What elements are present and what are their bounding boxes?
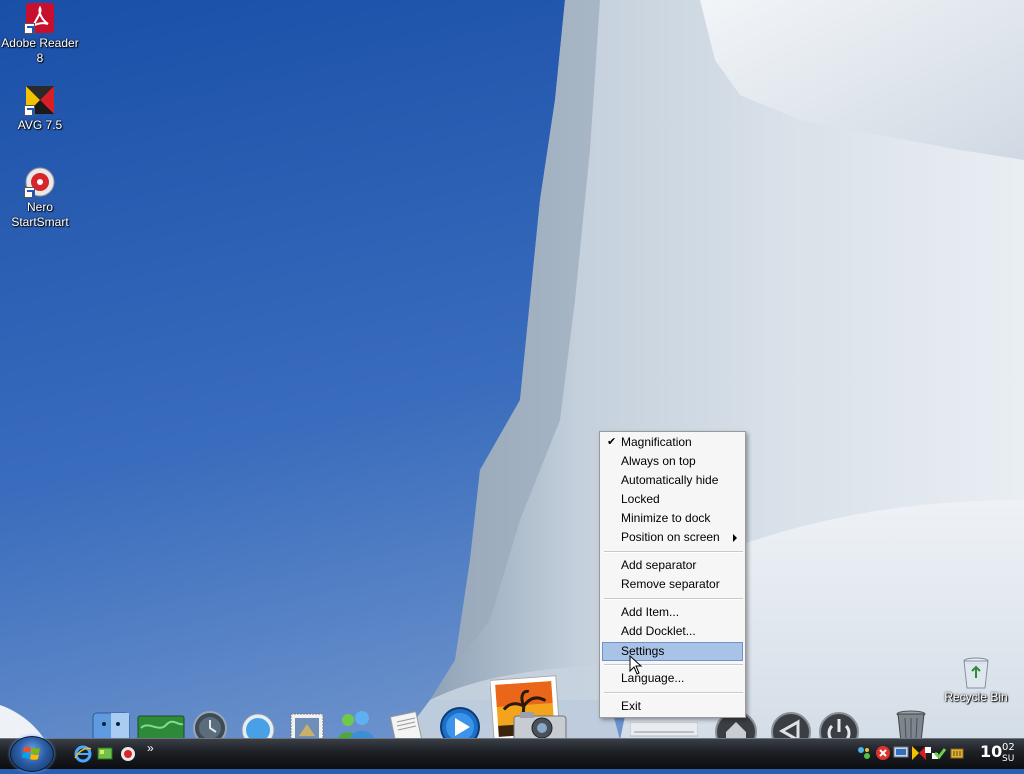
menu-item-language[interactable]: Language... — [602, 669, 743, 688]
nero-quicklaunch-icon[interactable] — [119, 745, 137, 763]
menu-item-label: Minimize to dock — [621, 511, 711, 525]
mail-stamp-icon — [290, 713, 324, 745]
desktop-icon-label: StartSmart — [11, 215, 69, 229]
show-desktop-icon[interactable] — [96, 745, 114, 763]
desktop-icon-label: Adobe Reader — [1, 36, 79, 50]
menu-separator — [604, 598, 743, 600]
menu-item-label: Exit — [621, 699, 642, 713]
menu-item-exit[interactable]: Exit — [602, 697, 743, 716]
finder-icon — [92, 712, 130, 744]
dashboard-icon — [137, 715, 185, 741]
submenu-arrow-icon — [733, 534, 737, 542]
menu-item-minimize-to-dock[interactable]: Minimize to dock — [602, 509, 743, 528]
camera-icon — [513, 712, 567, 741]
menu-item-magnification[interactable]: ✔ Magnification — [602, 433, 743, 452]
menu-item-label: Always on top — [621, 454, 696, 468]
nero-icon — [24, 166, 56, 198]
power-icon — [819, 712, 859, 752]
desktop-icon-label: 8 — [36, 51, 44, 65]
play-icon — [440, 707, 480, 747]
menu-item-label: Automatically hide — [621, 473, 719, 487]
clock-minute: 02 — [1002, 742, 1015, 753]
menu-item-label: Magnification — [621, 435, 692, 449]
safely-remove-icon[interactable] — [932, 745, 948, 761]
menu-item-position-on-screen[interactable]: Position on screen — [602, 528, 743, 547]
menu-separator — [604, 692, 743, 694]
menu-item-label: Remove separator — [621, 577, 720, 591]
network-icon[interactable] — [856, 745, 872, 761]
monitor-icon[interactable] — [893, 745, 909, 761]
clock-icon — [193, 711, 227, 745]
compass-icon — [241, 713, 275, 747]
menu-item-settings[interactable]: Settings — [602, 642, 743, 661]
menu-item-locked[interactable]: Locked — [602, 490, 743, 509]
clock-hour: 10 — [980, 742, 1003, 761]
back-icon — [771, 712, 811, 752]
menu-item-label: Position on screen — [621, 530, 720, 544]
quick-launch-more-button[interactable]: » — [147, 741, 154, 755]
menu-separator — [604, 664, 743, 666]
desktop-icon-nero[interactable]: Nero StartSmart — [0, 166, 80, 230]
messenger-icon — [338, 711, 374, 740]
menu-item-add-docklet[interactable]: Add Docklet... — [602, 622, 743, 641]
clock-day: SU — [1002, 754, 1015, 764]
menu-item-label: Add Item... — [621, 605, 680, 619]
menu-item-label: Add Docklet... — [621, 624, 696, 638]
checkmark-icon: ✔ — [607, 436, 617, 448]
desktop-wallpaper — [0, 0, 1024, 768]
security-alert-icon[interactable] — [875, 745, 891, 761]
clock[interactable]: 10 02 SU — [980, 742, 1015, 766]
trash-icon — [896, 710, 926, 743]
menu-item-label: Locked — [621, 492, 660, 506]
menu-item-label: Add separator — [621, 558, 697, 572]
desktop-icon-label: AVG 7.5 — [17, 118, 63, 132]
avg-icon — [24, 84, 56, 116]
mouse-cursor-icon — [629, 655, 643, 675]
desktop-icon-adobe-reader[interactable]: Adobe Reader 8 — [0, 2, 80, 66]
dock — [0, 670, 1024, 753]
document-icon — [389, 711, 423, 745]
menu-separator — [604, 551, 743, 553]
internet-explorer-icon[interactable] — [74, 745, 92, 763]
volume-icon[interactable] — [949, 745, 965, 761]
menu-item-always-on-top[interactable]: Always on top — [602, 452, 743, 471]
adobe-reader-icon — [24, 2, 56, 34]
menu-item-add-item[interactable]: Add Item... — [602, 603, 743, 622]
desktop-icon-avg[interactable]: AVG 7.5 — [0, 84, 80, 133]
windows-logo-icon — [22, 746, 40, 760]
desktop-icon-label: Nero — [26, 200, 53, 214]
taskbar: » 10 02 SU — [0, 736, 1024, 772]
menu-item-add-separator[interactable]: Add separator — [602, 556, 743, 575]
dock-context-menu: ✔ Magnification Always on top Automatica… — [599, 431, 746, 718]
start-button[interactable] — [10, 736, 54, 772]
menu-item-remove-separator[interactable]: Remove separator — [602, 575, 743, 594]
menu-item-automatically-hide[interactable]: Automatically hide — [602, 471, 743, 490]
